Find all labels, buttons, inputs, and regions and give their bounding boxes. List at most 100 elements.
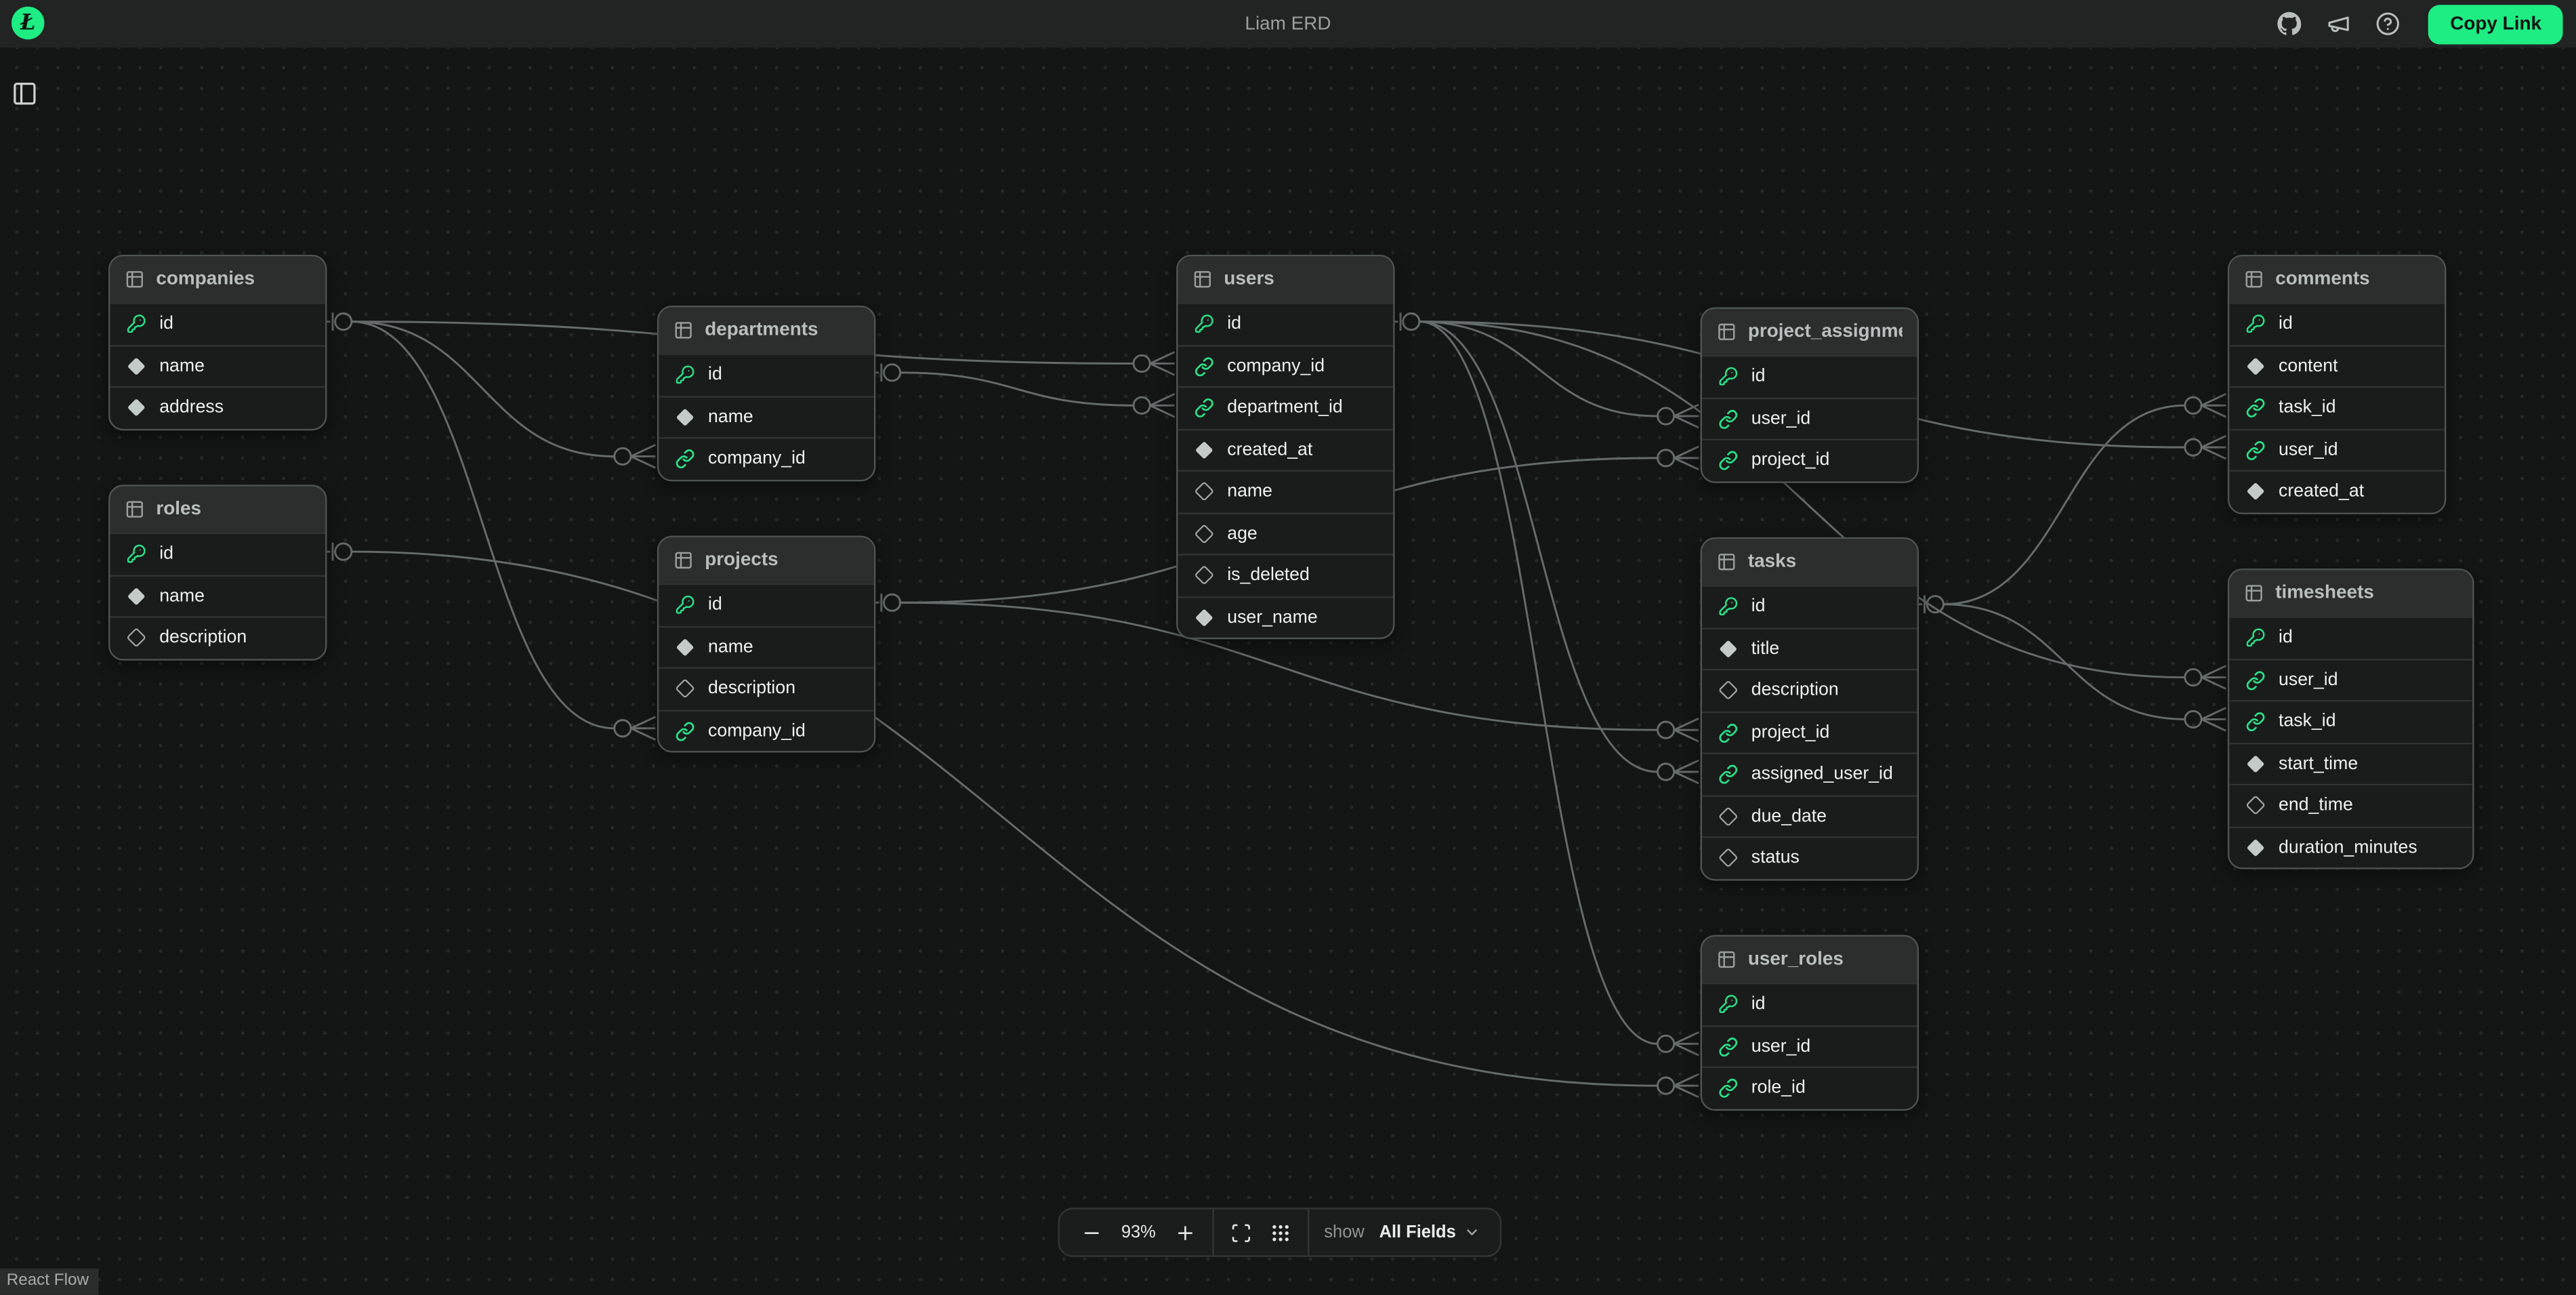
table-header[interactable]: companies <box>110 256 325 302</box>
table-node-projects[interactable]: projects id namedescriptioncompany_id <box>657 535 875 752</box>
column-row-roles-id[interactable]: id <box>110 533 325 575</box>
column-row-user_roles-user_id[interactable]: user_id <box>1702 1025 1917 1067</box>
relationship-edge <box>324 543 1699 1097</box>
liam-logo-button[interactable]: Ł <box>12 7 44 39</box>
column-row-comments-user_id[interactable]: user_id <box>2229 428 2445 470</box>
table-node-tasks[interactable]: tasks id titledescriptionproject_idassigne… <box>1701 537 1919 880</box>
column-row-projects-id[interactable]: id <box>659 583 874 625</box>
column-name: start_time <box>2279 754 2358 773</box>
tidy-up-button[interactable] <box>1268 1220 1293 1244</box>
table-header[interactable]: comments <box>2229 256 2445 302</box>
column-row-comments-content[interactable]: content <box>2229 344 2445 386</box>
table-node-companies[interactable]: companiesidnameaddress <box>108 255 327 430</box>
relationship-edge <box>1392 312 1699 428</box>
zoom-out-button[interactable] <box>1079 1220 1104 1244</box>
liam-logo-icon: Ł <box>20 12 35 34</box>
column-row-departments-id[interactable]: id <box>659 353 874 395</box>
react-flow-attribution[interactable]: React Flow <box>0 1269 99 1295</box>
column-row-tasks-project_id[interactable]: project_id <box>1702 711 1917 753</box>
column-row-comments-id[interactable]: id <box>2229 302 2445 344</box>
column-row-timesheets-start_time[interactable]: start_time <box>2229 742 2472 784</box>
column-row-projects-name[interactable]: name <box>659 625 874 667</box>
column-row-timesheets-task_id[interactable]: task_id <box>2229 700 2472 742</box>
column-name: id <box>708 365 722 385</box>
nullable-diamond-icon <box>2246 796 2266 815</box>
column-name: description <box>159 628 247 648</box>
column-row-timesheets-end_time[interactable]: end_time <box>2229 784 2472 826</box>
table-header[interactable]: departments <box>659 307 874 353</box>
column-row-comments-created_at[interactable]: created_at <box>2229 470 2445 512</box>
table-header[interactable]: timesheets <box>2229 570 2472 616</box>
column-row-companies-id[interactable]: id <box>110 302 325 344</box>
table-node-departments[interactable]: departments id namecompany_id <box>657 306 875 480</box>
table-node-timesheets[interactable]: timesheetsiduser_idtask_id start_time end_… <box>2228 569 2474 869</box>
column-row-companies-address[interactable]: address <box>110 386 325 428</box>
table-node-user_roles[interactable]: user_rolesiduser_idrole_id <box>1701 935 1919 1110</box>
github-button[interactable] <box>2276 10 2304 38</box>
table-name: user_roles <box>1748 949 1844 969</box>
erd-canvas[interactable]: 93% show All Fields React Flow companies… <box>0 47 2576 1294</box>
column-row-project_assignments-user_id[interactable]: user_id <box>1702 397 1917 439</box>
column-row-tasks-description[interactable]: description <box>1702 669 1917 711</box>
table-header[interactable]: project_assignme... <box>1702 309 1917 355</box>
column-row-users-user_name[interactable]: user_name <box>1178 596 1394 638</box>
grip-grid-icon <box>1270 1222 1291 1243</box>
app-viewport: Ł Liam ERD Copy Link 93% <box>0 0 2576 1295</box>
help-button[interactable] <box>2375 10 2403 38</box>
foreign-key-link-icon <box>2246 440 2266 459</box>
column-row-roles-description[interactable]: description <box>110 616 325 658</box>
column-row-departments-name[interactable]: name <box>659 395 874 437</box>
column-row-tasks-due_date[interactable]: due_date <box>1702 794 1917 836</box>
column-row-users-name[interactable]: name <box>1178 470 1394 512</box>
column-row-user_roles-id[interactable]: id <box>1702 983 1917 1025</box>
panel-left-toggle-button[interactable] <box>10 81 38 108</box>
primary-key-icon <box>127 544 146 564</box>
table-header[interactable]: user_roles <box>1702 937 1917 983</box>
column-row-companies-name[interactable]: name <box>110 344 325 386</box>
column-row-projects-description[interactable]: description <box>659 667 874 709</box>
not-null-diamond-icon <box>1194 608 1214 628</box>
column-name: id <box>1751 597 1766 617</box>
column-row-tasks-id[interactable]: id <box>1702 585 1917 627</box>
column-name: department_id <box>1227 398 1343 417</box>
table-node-roles[interactable]: rolesidname description <box>108 485 327 659</box>
column-row-timesheets-duration_minutes[interactable]: duration_minutes <box>2229 825 2472 867</box>
not-null-diamond-icon <box>2246 838 2266 857</box>
column-row-users-company_id[interactable]: company_id <box>1178 344 1394 386</box>
table-node-comments[interactable]: commentsidcontenttask_iduser_idcreated_a… <box>2228 255 2446 514</box>
table-header[interactable]: tasks <box>1702 539 1917 585</box>
relationship-edge <box>1419 322 1699 783</box>
copy-link-button[interactable]: Copy Link <box>2429 4 2563 43</box>
column-row-user_roles-role_id[interactable]: role_id <box>1702 1067 1917 1109</box>
foreign-key-link-icon <box>1718 451 1738 470</box>
column-row-users-age[interactable]: age <box>1178 512 1394 554</box>
column-row-comments-task_id[interactable]: task_id <box>2229 386 2445 428</box>
show-fields-dropdown[interactable]: All Fields <box>1379 1222 1481 1242</box>
table-node-project_assignments[interactable]: project_assignme...iduser_idproject_id <box>1701 307 1919 482</box>
table-header[interactable]: users <box>1178 256 1394 302</box>
column-row-project_assignments-project_id[interactable]: project_id <box>1702 438 1917 480</box>
column-row-users-is_deleted[interactable]: is_deleted <box>1178 554 1394 596</box>
feedback-button[interactable] <box>2325 10 2353 38</box>
table-icon <box>673 321 693 340</box>
column-row-departments-company_id[interactable]: company_id <box>659 437 874 479</box>
zoom-in-button[interactable] <box>1173 1220 1197 1244</box>
column-row-users-created_at[interactable]: created_at <box>1178 428 1394 470</box>
column-row-tasks-status[interactable]: status <box>1702 836 1917 878</box>
column-row-users-department_id[interactable]: department_id <box>1178 386 1394 428</box>
table-icon <box>1717 949 1737 969</box>
table-node-users[interactable]: usersidcompany_id department_id created_at… <box>1176 255 1394 639</box>
column-row-tasks-assigned_user_id[interactable]: assigned_user_id <box>1702 753 1917 795</box>
column-row-users-id[interactable]: id <box>1178 302 1394 344</box>
table-header[interactable]: projects <box>659 537 874 583</box>
column-row-project_assignments-id[interactable]: id <box>1702 355 1917 397</box>
column-row-roles-name[interactable]: name <box>110 574 325 616</box>
fit-view-button[interactable] <box>1229 1220 1253 1244</box>
column-row-tasks-title[interactable]: title <box>1702 627 1917 669</box>
table-header[interactable]: roles <box>110 487 325 533</box>
column-name: id <box>708 595 722 615</box>
page-title: Liam ERD <box>0 14 2576 34</box>
column-row-projects-company_id[interactable]: company_id <box>659 709 874 751</box>
column-row-timesheets-id[interactable]: id <box>2229 616 2472 658</box>
column-row-timesheets-user_id[interactable]: user_id <box>2229 658 2472 700</box>
